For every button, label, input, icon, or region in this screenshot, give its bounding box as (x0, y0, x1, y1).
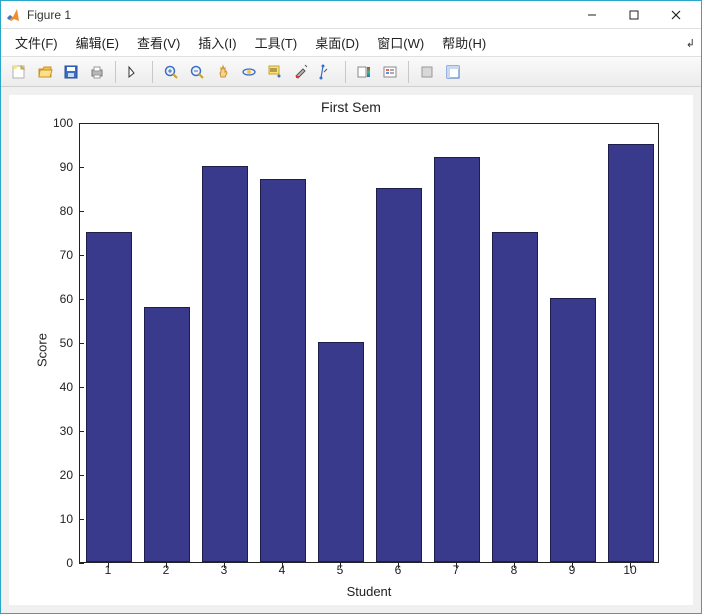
x-tick-mark (282, 563, 283, 568)
pan-button[interactable] (211, 60, 235, 84)
y-tick-label: 90 (43, 160, 73, 174)
plot-box (79, 123, 659, 563)
x-tick-mark (572, 563, 573, 568)
zoom-in-button[interactable] (159, 60, 183, 84)
matlab-icon (5, 7, 21, 23)
maximize-button[interactable] (613, 1, 655, 29)
y-tick-label: 40 (43, 380, 73, 394)
y-tick-mark (79, 475, 84, 476)
figure-window: Figure 1 文件(F) 编辑(E) 查看(V) 插入(I) 工具(T) 桌… (0, 0, 702, 614)
bar (550, 298, 596, 562)
figure-area: First Sem Score Student 0102030405060708… (1, 87, 701, 613)
hide-plot-tools-button[interactable] (415, 60, 439, 84)
bar (492, 232, 538, 562)
menu-view[interactable]: 查看(V) (129, 29, 188, 56)
menu-edit[interactable]: 编辑(E) (68, 29, 127, 56)
menu-file[interactable]: 文件(F) (7, 29, 66, 56)
y-tick-label: 20 (43, 468, 73, 482)
new-figure-button[interactable] (7, 60, 31, 84)
x-tick-mark (340, 563, 341, 568)
y-tick-mark (79, 255, 84, 256)
y-tick-mark (79, 387, 84, 388)
menu-window[interactable]: 窗口(W) (369, 29, 432, 56)
y-tick-mark (79, 167, 84, 168)
y-tick-mark (79, 431, 84, 432)
x-tick-mark (166, 563, 167, 568)
x-axis-label: Student (79, 584, 659, 599)
y-tick-label: 100 (43, 116, 73, 130)
brush-button[interactable] (289, 60, 313, 84)
toolbar-separator (345, 61, 346, 83)
toolbar-separator (115, 61, 116, 83)
y-tick-label: 50 (43, 336, 73, 350)
y-tick-mark (79, 123, 84, 124)
y-tick-mark (79, 299, 84, 300)
save-button[interactable] (59, 60, 83, 84)
insert-colorbar-button[interactable] (352, 60, 376, 84)
zoom-out-button[interactable] (185, 60, 209, 84)
rotate-3d-button[interactable] (237, 60, 261, 84)
show-plot-tools-button[interactable] (441, 60, 465, 84)
menu-help[interactable]: 帮助(H) (434, 29, 494, 56)
y-tick-mark (79, 211, 84, 212)
y-tick-label: 70 (43, 248, 73, 262)
edit-plot-button[interactable] (122, 60, 146, 84)
dock-arrow-icon[interactable]: ↲ (686, 37, 695, 50)
bar (608, 144, 654, 562)
y-tick-label: 0 (43, 556, 73, 570)
x-tick-mark (456, 563, 457, 568)
menu-tools[interactable]: 工具(T) (247, 29, 306, 56)
toolbar (1, 57, 701, 87)
window-title: Figure 1 (27, 8, 571, 22)
x-tick-mark (398, 563, 399, 568)
insert-legend-button[interactable] (378, 60, 402, 84)
print-button[interactable] (85, 60, 109, 84)
toolbar-separator (408, 61, 409, 83)
bar (260, 179, 306, 562)
toolbar-separator (152, 61, 153, 83)
chart-title: First Sem (9, 99, 693, 115)
bar (144, 307, 190, 562)
y-tick-mark (79, 343, 84, 344)
open-button[interactable] (33, 60, 57, 84)
x-tick-mark (630, 563, 631, 568)
y-tick-mark (79, 563, 84, 564)
y-tick-label: 30 (43, 424, 73, 438)
y-tick-label: 80 (43, 204, 73, 218)
y-tick-label: 10 (43, 512, 73, 526)
y-tick-mark (79, 519, 84, 520)
bar (376, 188, 422, 562)
menubar: 文件(F) 编辑(E) 查看(V) 插入(I) 工具(T) 桌面(D) 窗口(W… (1, 29, 701, 57)
bar (202, 166, 248, 562)
bar (434, 157, 480, 562)
menu-desktop[interactable]: 桌面(D) (307, 29, 367, 56)
data-cursor-button[interactable] (263, 60, 287, 84)
x-tick-mark (224, 563, 225, 568)
minimize-button[interactable] (571, 1, 613, 29)
bar (318, 342, 364, 562)
link-button[interactable] (315, 60, 339, 84)
y-tick-label: 60 (43, 292, 73, 306)
x-tick-mark (514, 563, 515, 568)
titlebar: Figure 1 (1, 1, 701, 29)
bar (86, 232, 132, 562)
axes[interactable]: First Sem Score Student 0102030405060708… (9, 95, 693, 605)
close-button[interactable] (655, 1, 697, 29)
menu-insert[interactable]: 插入(I) (190, 29, 244, 56)
x-tick-mark (108, 563, 109, 568)
